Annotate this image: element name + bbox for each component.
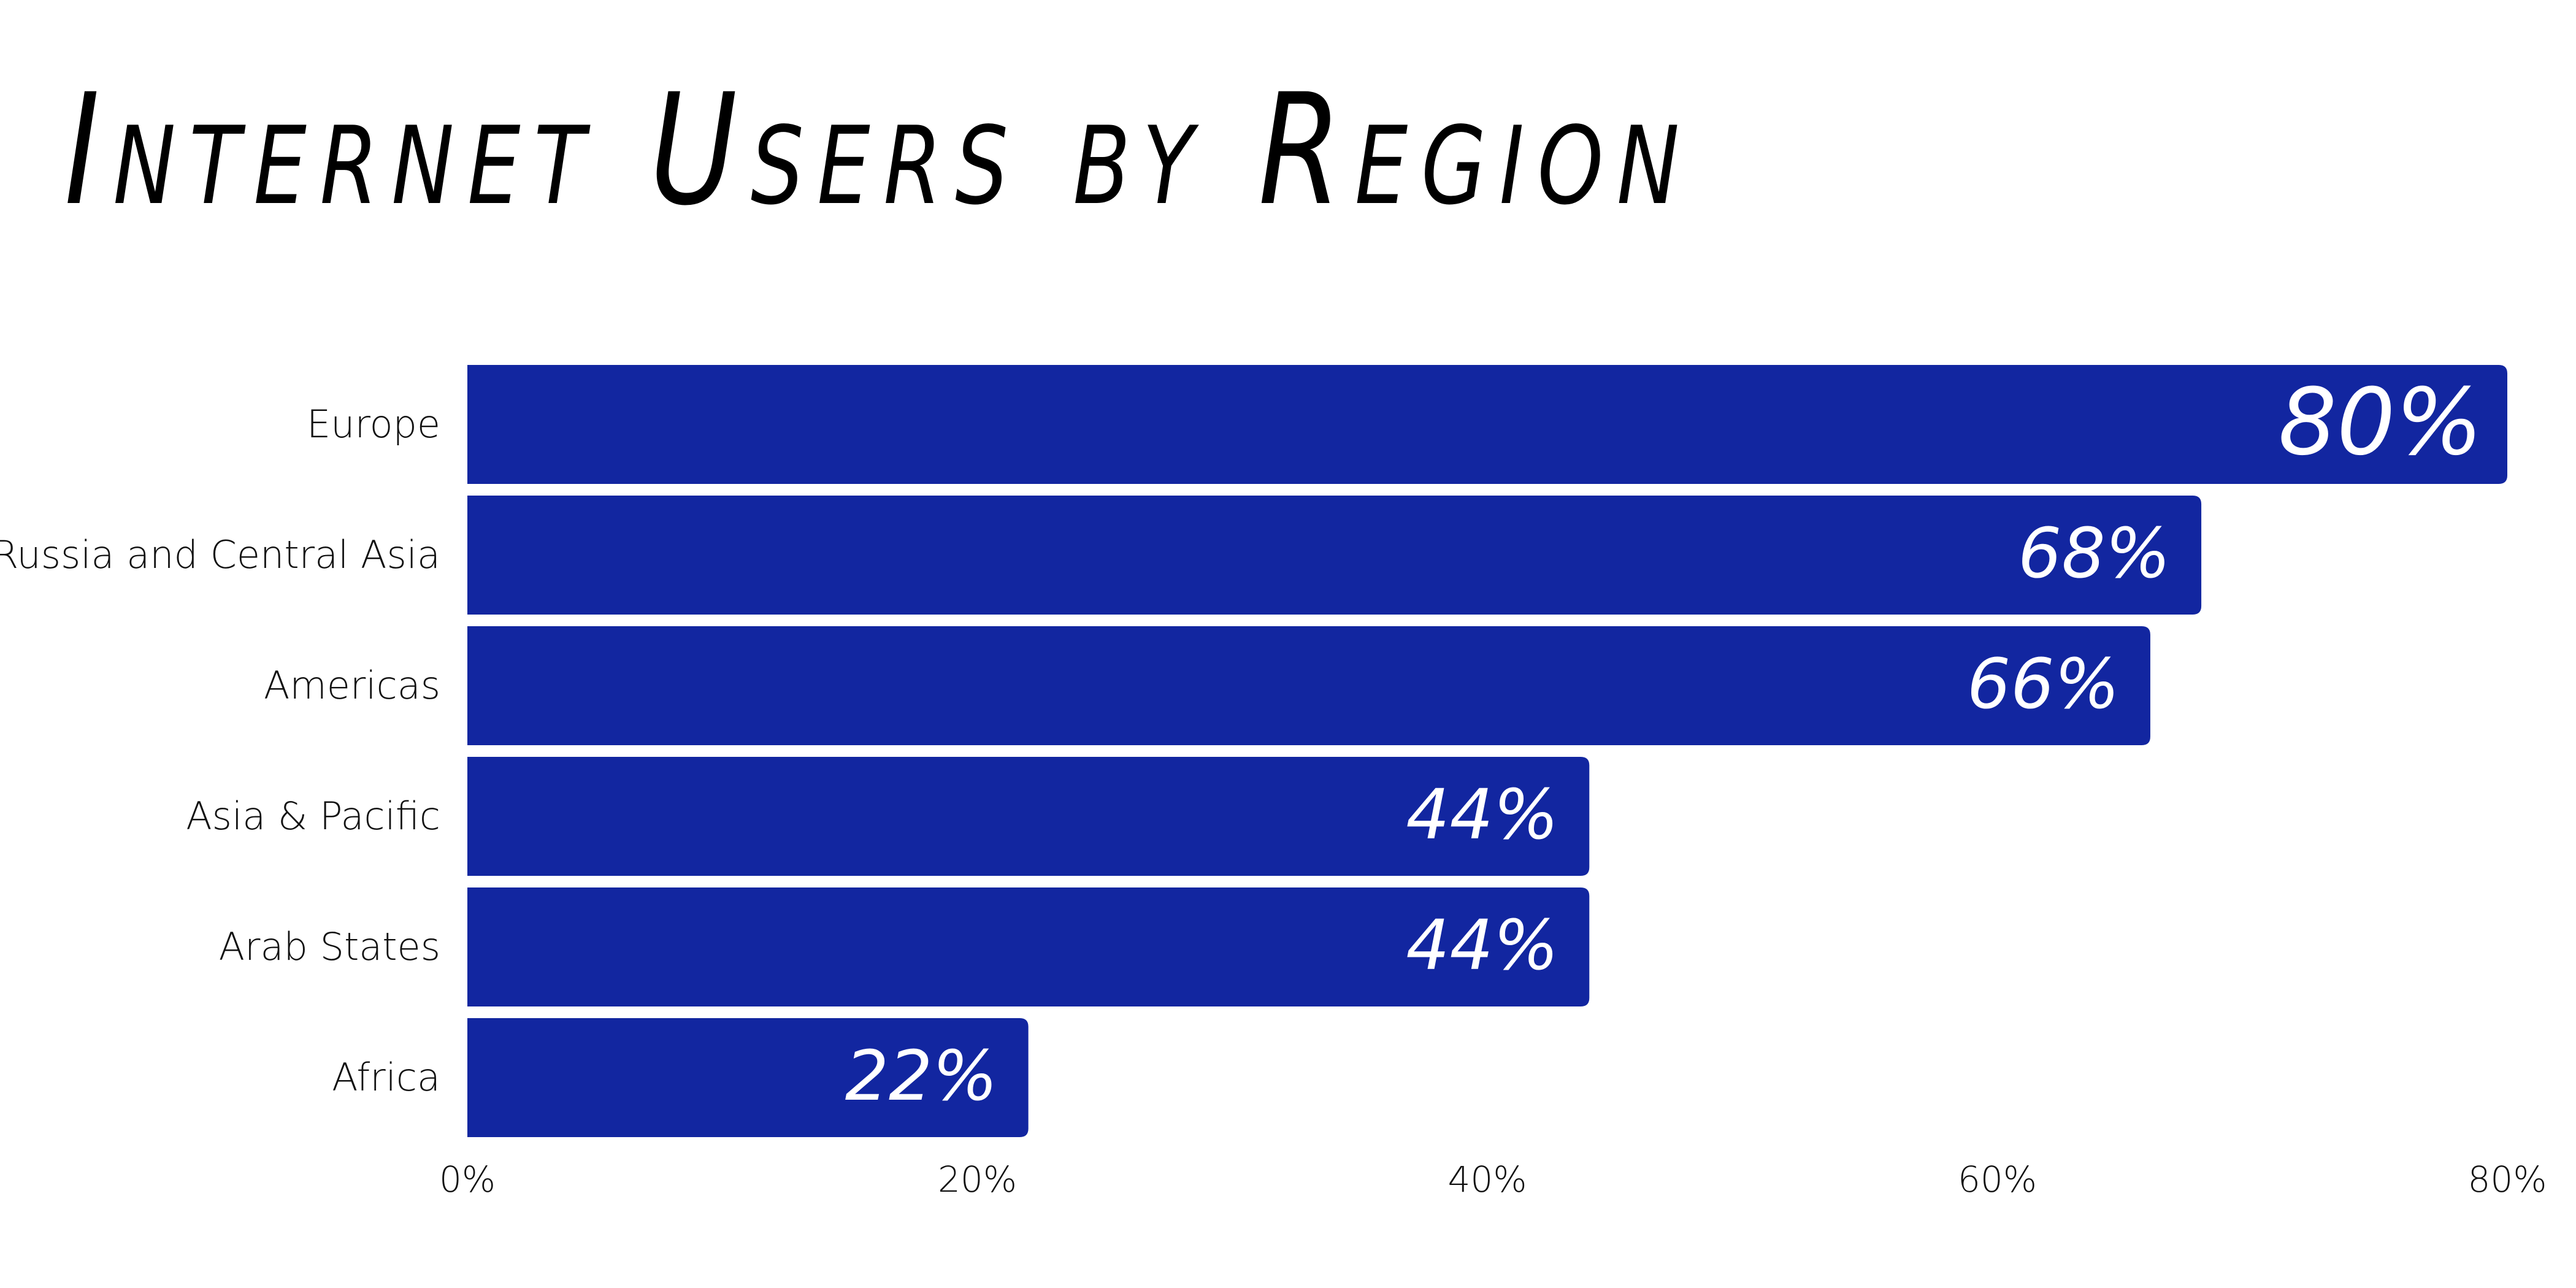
value-label-asia-pacific: 44% <box>1406 775 1558 855</box>
bar-russia-and-central-asia <box>467 496 2202 615</box>
category-labels: Europe Russia and Central Asia Americas Asi… <box>0 402 440 1100</box>
category-label-asia-pacific: Asia & Pacific <box>186 794 440 838</box>
x-tick-label-80: 80% <box>2468 1159 2547 1200</box>
value-label-africa: 22% <box>845 1037 998 1116</box>
value-label-europe: 80% <box>2279 369 2483 476</box>
value-label-arab-states: 44% <box>1406 906 1558 986</box>
category-label-arab-states: Arab States <box>219 924 440 969</box>
bar-americas <box>467 626 2150 745</box>
x-axis-tick-labels: 0% 20% 40% 60% 80% <box>439 1159 2547 1200</box>
x-tick-label-0: 0% <box>439 1159 496 1200</box>
value-label-americas: 66% <box>1967 645 2120 724</box>
bars-group <box>467 365 2507 1137</box>
x-tick-label-40: 40% <box>1448 1159 1527 1200</box>
bar-europe <box>467 365 2507 484</box>
value-label-russia-and-central-asia: 68% <box>2018 514 2171 594</box>
bar-chart: Europe Russia and Central Asia Americas Asi… <box>0 365 2547 1200</box>
category-label-africa: Africa <box>332 1055 440 1100</box>
x-tick-label-60: 60% <box>1958 1159 2037 1200</box>
x-tick-label-20: 20% <box>938 1159 1017 1200</box>
category-label-europe: Europe <box>307 402 440 447</box>
category-label-americas: Americas <box>264 663 440 708</box>
category-label-russia-and-central-asia: Russia and Central Asia <box>0 532 440 577</box>
